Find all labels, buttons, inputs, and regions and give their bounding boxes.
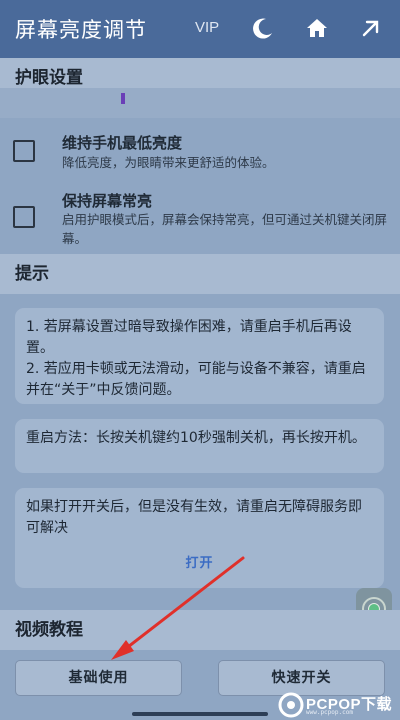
setting-keep-screen-on[interactable]: 保持屏幕常亮 启用护眼模式后，屏幕会保持常亮，但可通过关机键关闭屏幕。 xyxy=(0,184,400,250)
app-title: 屏幕亮度调节 xyxy=(15,18,147,42)
arrow-up-right-icon[interactable] xyxy=(357,14,385,42)
home-indicator xyxy=(132,712,268,716)
tip-card-1: 1. 若屏幕设置过暗导致操作困难，请重启手机后再设置。 2. 若应用卡顿或无法滑… xyxy=(15,308,384,404)
watermark: PCPOP下载 www.pcpop.com xyxy=(276,690,400,720)
brightness-slider[interactable] xyxy=(0,88,400,118)
min-brightness-checkbox[interactable] xyxy=(13,140,35,162)
basic-usage-button[interactable]: 基础使用 xyxy=(15,660,182,696)
restart-method-text: 重启方法：长按关机键约10秒强制关机，再长按开机。 xyxy=(26,430,366,446)
tip-card-2: 重启方法：长按关机键约10秒强制关机，再长按开机。 xyxy=(15,419,384,473)
tips-header: 提示 xyxy=(0,254,400,294)
video-tutorial-header: 视频教程 xyxy=(0,610,400,650)
tip-line: 1. 若屏幕设置过暗导致操作困难，请重启手机后再设置。 xyxy=(26,319,352,356)
setting-title: 保持屏幕常亮 xyxy=(62,192,153,210)
keep-screen-on-checkbox[interactable] xyxy=(13,206,35,228)
setting-min-brightness[interactable]: 维持手机最低亮度 降低亮度，为眼睛带来更舒适的体验。 xyxy=(0,124,400,186)
slider-thumb[interactable] xyxy=(121,93,125,104)
vip-button[interactable]: VIP xyxy=(195,19,219,36)
moon-icon[interactable] xyxy=(249,14,277,42)
app-bar: 屏幕亮度调节 VIP xyxy=(0,0,400,58)
open-link[interactable]: 打开 xyxy=(15,553,384,574)
setting-description: 启用护眼模式后，屏幕会保持常亮，但可通过关机键关闭屏幕。 xyxy=(62,212,388,246)
setting-title: 维持手机最低亮度 xyxy=(62,134,183,152)
home-icon[interactable] xyxy=(303,14,331,42)
setting-description: 降低亮度，为眼睛带来更舒适的体验。 xyxy=(62,155,275,170)
tip-line: 2. 若应用卡顿或无法滑动，可能与设备不兼容，请重启并在“关于”中反馈问题。 xyxy=(26,361,366,398)
watermark-url: www.pcpop.com xyxy=(306,709,353,716)
accessibility-tip-text: 如果打开开关后，但是没有生效，请重启无障碍服务即可解决 xyxy=(26,499,362,536)
tip-card-3: 如果打开开关后，但是没有生效，请重启无障碍服务即可解决 打开 xyxy=(15,488,384,588)
pcpop-logo-icon xyxy=(278,692,304,718)
